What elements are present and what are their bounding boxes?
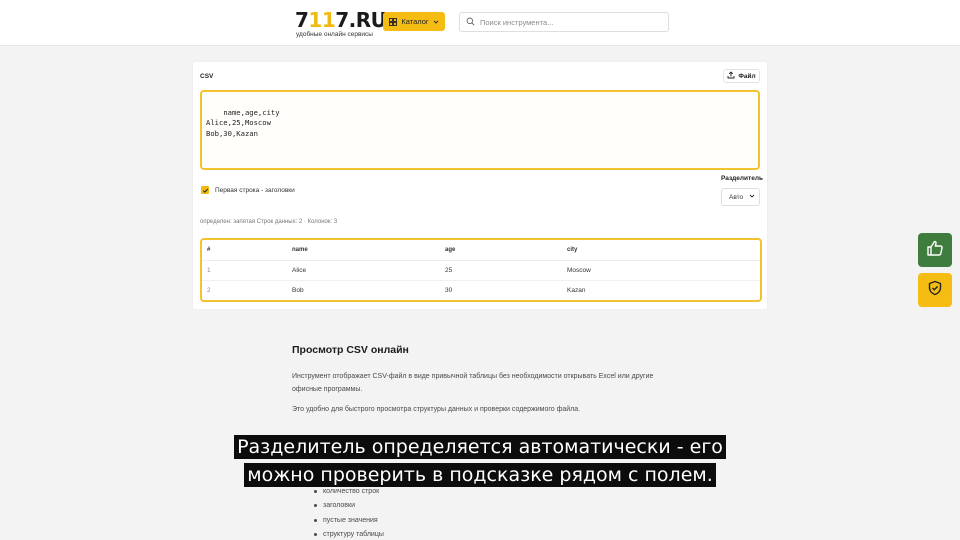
logo-prefix: 7 (295, 8, 309, 32)
checkmark-icon (202, 188, 208, 193)
table-cell: 1 (202, 260, 287, 281)
file-upload-button[interactable]: Файл (723, 69, 760, 83)
table-header-cell: # (202, 240, 287, 261)
list-item: заголовки (314, 499, 384, 514)
subtitle-line-2: можно проверить в подсказке рядом с поле… (0, 461, 960, 489)
chevron-down-icon (433, 19, 439, 25)
security-button[interactable] (918, 273, 952, 307)
table-cell: 30 (445, 286, 453, 294)
chevron-down-icon (749, 193, 755, 201)
article-paragraph: Это удобно для быстрого просмотра структ… (292, 406, 581, 413)
grid-icon (389, 17, 398, 26)
table-cell: 2 (207, 286, 211, 294)
table-header-row: # name age city (202, 240, 760, 261)
search-icon (466, 13, 475, 31)
logo-suffix: 7.RU (335, 8, 387, 32)
site-header: 7117.RU удобные онлайн сервисы Каталог (0, 0, 960, 46)
header-row-checkbox[interactable] (201, 186, 209, 194)
header-row-option[interactable]: Первая строка - заголовки (201, 186, 295, 194)
header-row-label: Первая строка - заголовки (215, 186, 295, 194)
description-article: Просмотр CSV онлайн Инструмент отображае… (292, 344, 672, 423)
upload-icon (727, 71, 735, 81)
subtitle-line-1: Разделитель определяется автоматически -… (0, 433, 960, 461)
logo-tagline: удобные онлайн сервисы (296, 31, 373, 38)
like-button[interactable] (918, 233, 952, 267)
file-button-label: Файл (738, 72, 756, 80)
csv-viewer-card: CSV Файл name,age,city Alice,25,Moscow B… (193, 62, 767, 309)
logo-accent: 11 (308, 8, 336, 32)
table-row: 2 Bob 30 Kazan (202, 280, 760, 300)
table-cell: Kazan (567, 286, 586, 294)
search-box[interactable] (459, 12, 669, 32)
article-heading: Просмотр CSV онлайн (292, 344, 409, 356)
table-cell: Alice (287, 260, 440, 281)
table-row: 1 Alice 25 Moscow (202, 260, 760, 281)
separator-label: Разделитель (721, 175, 763, 182)
table-header-cell: name (287, 240, 440, 261)
detect-info: определен: запятая Строк данных: 2 · Кол… (200, 219, 338, 225)
site-logo[interactable]: 7117.RU удобные онлайн сервисы (295, 8, 387, 38)
article-paragraph: Инструмент отображает CSV-файл в виде пр… (292, 373, 654, 393)
table-header-cell: city (562, 240, 760, 261)
table-cell: 25 (440, 260, 562, 281)
feature-list: количество строк заголовки пустые значен… (314, 484, 384, 540)
table-cell: Moscow (562, 260, 760, 281)
csv-input-title: CSV (200, 73, 214, 80)
csv-textarea[interactable]: name,age,city Alice,25,Moscow Bob,30,Kaz… (200, 90, 760, 170)
csv-text: name,age,city Alice,25,Moscow Bob,30,Kaz… (206, 107, 280, 138)
resize-handle-icon[interactable] (751, 161, 757, 167)
search-input[interactable] (480, 17, 660, 27)
catalog-label: Каталог (401, 17, 429, 26)
separator-value: Авто (729, 193, 744, 201)
thumbs-up-icon (926, 239, 944, 262)
list-item: пустые значения (314, 513, 384, 528)
shield-check-icon (927, 280, 943, 301)
list-item: структуру таблицы (314, 528, 384, 540)
csv-table: # name age city 1 Alice 25 Moscow 2 Bob … (200, 238, 762, 302)
catalog-button[interactable]: Каталог (383, 12, 445, 31)
table-header-cell: age (440, 240, 562, 261)
separator-select[interactable]: Авто (721, 188, 760, 206)
table-cell: Bob (292, 286, 304, 294)
